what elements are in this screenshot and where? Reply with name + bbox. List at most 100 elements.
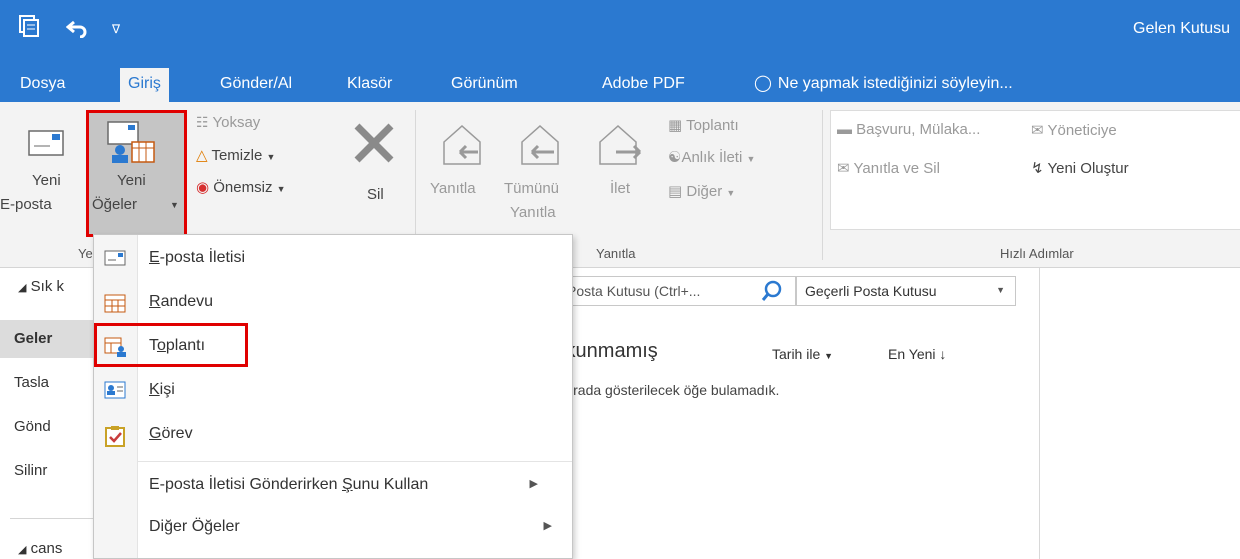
search-icon[interactable] xyxy=(761,280,783,306)
menu-item-task[interactable]: Görev xyxy=(94,413,572,457)
cleanup-label: Temizle xyxy=(211,147,263,164)
search-input-text: Posta Kutusu (Ctrl+... xyxy=(567,283,701,299)
highlight-meeting-item xyxy=(94,323,248,367)
title-bar: ∇ Gelen Kutusu xyxy=(0,0,1240,62)
group-respond-label: Yanıtla xyxy=(596,246,636,261)
menu-item-appointment-label: Randevu xyxy=(149,293,214,310)
lightning-icon: ↯ xyxy=(1031,160,1044,177)
menu-item-task-label: Görev xyxy=(149,425,193,442)
cleanup-icon: △ xyxy=(196,147,208,164)
tell-me-box[interactable]: ◯ Ne yapmak istediğinizi söyleyin... xyxy=(754,70,1013,98)
menu-item-more-items-label: Diğer Öğeler xyxy=(149,518,240,535)
cleanup-dropdown-icon: ▼ xyxy=(266,152,276,162)
tab-folder[interactable]: Klasör xyxy=(339,70,400,102)
tab-adobe-pdf[interactable]: Adobe PDF xyxy=(594,70,693,102)
menu-item-contact[interactable]: Kişi xyxy=(94,369,572,413)
menu-item-contact-label: Kişi xyxy=(149,381,175,398)
lightbulb-icon: ◯ xyxy=(754,75,772,92)
quickstep-4-label: Yeni Oluştur xyxy=(1047,160,1129,177)
folder-drafts[interactable]: Tasla xyxy=(14,374,49,391)
reply-icon xyxy=(438,122,486,174)
tab-send-receive[interactable]: Gönder/Al xyxy=(212,70,300,102)
task-clipboard-icon xyxy=(104,425,126,447)
reply-all-label-1: Tümünü xyxy=(504,180,560,197)
message-list-pane: Posta Kutusu (Ctrl+... Geçerli Posta Kut… xyxy=(550,268,1040,559)
im-dropdown-icon: ▼ xyxy=(746,154,756,164)
meeting-label: Toplantı xyxy=(686,117,739,134)
reply-button[interactable]: Yanıtla xyxy=(428,122,498,232)
new-email-label-2: E-posta xyxy=(0,196,52,213)
menu-separator xyxy=(138,461,572,462)
search-scope-dropdown[interactable]: Geçerli Posta Kutusu ▼ xyxy=(796,276,1016,306)
account-header[interactable]: ◢ cans xyxy=(18,540,62,557)
chevron-down-icon: ▼ xyxy=(824,351,834,361)
more-dropdown-icon: ▼ xyxy=(726,188,736,198)
separator xyxy=(822,110,823,260)
menu-item-send-using-label: E-posta İletisi Gönderirken Şunu Kullan xyxy=(149,476,429,493)
tab-file[interactable]: Dosya xyxy=(12,70,73,102)
menu-item-appointment[interactable]: Randevu xyxy=(94,281,572,325)
customize-qat-icon[interactable]: ∇ xyxy=(112,22,120,36)
group-quicksteps-label: Hızlı Adımlar xyxy=(1000,246,1074,261)
forward-button[interactable]: İlet xyxy=(590,122,650,232)
cleanup-button[interactable]: △ Temizle ▼ xyxy=(196,146,275,164)
favorites-header[interactable]: ◢ Sık k xyxy=(18,278,64,295)
more-icon: ▤ xyxy=(668,183,683,200)
search-input[interactable]: Posta Kutusu (Ctrl+... xyxy=(560,276,796,306)
quickstep-3[interactable]: ✉ Yanıtla ve Sil xyxy=(837,159,940,177)
reply-all-button[interactable]: Tümünü Yanıtla xyxy=(504,122,578,242)
quickstep-3-icon: ✉ xyxy=(837,160,850,177)
more-label: Diğer xyxy=(686,183,723,200)
window-title: Gelen Kutusu xyxy=(1133,20,1230,37)
search-scope-label: Geçerli Posta Kutusu xyxy=(805,283,937,299)
folder-sent[interactable]: Gönd xyxy=(14,418,51,435)
contact-card-icon xyxy=(104,381,126,401)
tab-home[interactable]: Giriş xyxy=(120,68,169,102)
calendar-icon xyxy=(104,293,126,313)
tell-me-text: Ne yapmak istediğinizi söyleyin... xyxy=(777,75,1013,92)
quickstep-2-label: Yöneticiye xyxy=(1047,122,1117,139)
forward-icon xyxy=(596,122,644,174)
new-items-menu: E-posta İletisi Randevu Toplantı Kişi Gö… xyxy=(93,234,573,559)
ignore-button[interactable]: ☷ Yoksay xyxy=(196,114,260,131)
submenu-arrow-icon: ▶ xyxy=(529,478,538,490)
new-email-label-1: Yeni xyxy=(32,172,61,189)
ribbon-tabs: Dosya Giriş Gönder/Al Klasör Görünüm Ado… xyxy=(0,62,1240,102)
ignore-label: Yoksay xyxy=(212,114,261,131)
menu-item-send-using[interactable]: E-posta İletisi Gönderirken Şunu Kullan … xyxy=(94,464,572,508)
delete-x-icon xyxy=(351,120,397,170)
submenu-arrow-icon: ▶ xyxy=(543,520,552,532)
group-new-label: Ye xyxy=(78,246,93,261)
junk-icon: ◉ xyxy=(196,179,210,196)
sort-by-dropdown[interactable]: Tarih ile ▼ xyxy=(772,346,833,362)
meeting-reply-button[interactable]: ▦ Toplantı xyxy=(668,116,739,134)
menu-item-more-items[interactable]: Diğer Öğeler ▶ xyxy=(94,506,572,550)
envelope-icon xyxy=(28,130,64,160)
quickstep-1-icon: ▬ xyxy=(837,121,852,138)
sort-order-button[interactable]: En Yeni ↓ xyxy=(888,346,946,362)
reply-label: Yanıtla xyxy=(430,180,476,197)
arrow-down-icon: ↓ xyxy=(939,346,947,362)
quickstep-4[interactable]: ↯ Yeni Oluştur xyxy=(1031,159,1129,177)
delete-label: Sil xyxy=(367,186,384,203)
quickstep-2[interactable]: ✉ Yöneticiye xyxy=(1031,121,1117,139)
quickstep-2-icon: ✉ xyxy=(1031,122,1044,139)
folder-inbox[interactable]: Geler xyxy=(0,320,100,358)
new-email-button[interactable]: Yeni E-posta xyxy=(0,112,88,232)
collapse-triangle-icon: ◢ xyxy=(18,544,27,556)
more-respond-button[interactable]: ▤ Diğer ▼ xyxy=(668,182,735,200)
im-button[interactable]: ☯Anlık İleti ▼ xyxy=(668,148,755,166)
quickstep-1[interactable]: ▬ Başvuru, Mülaka... xyxy=(837,121,980,138)
tab-view[interactable]: Görünüm xyxy=(443,70,526,102)
delete-button[interactable]: Sil xyxy=(345,114,405,224)
folder-deleted[interactable]: Silinr xyxy=(14,462,47,479)
send-receive-icon[interactable] xyxy=(18,14,40,43)
sort-order-label: En Yeni xyxy=(888,346,936,362)
quickstep-3-label: Yanıtla ve Sil xyxy=(853,160,940,177)
menu-item-email[interactable]: E-posta İletisi xyxy=(94,237,572,281)
sort-by-label: Tarih ile xyxy=(772,346,821,362)
junk-button[interactable]: ◉ Önemsiz ▼ xyxy=(196,178,286,196)
favorites-label: Sık k xyxy=(30,278,64,295)
undo-icon[interactable] xyxy=(65,18,88,43)
menu-item-email-label: E-posta İletisi xyxy=(149,249,246,266)
